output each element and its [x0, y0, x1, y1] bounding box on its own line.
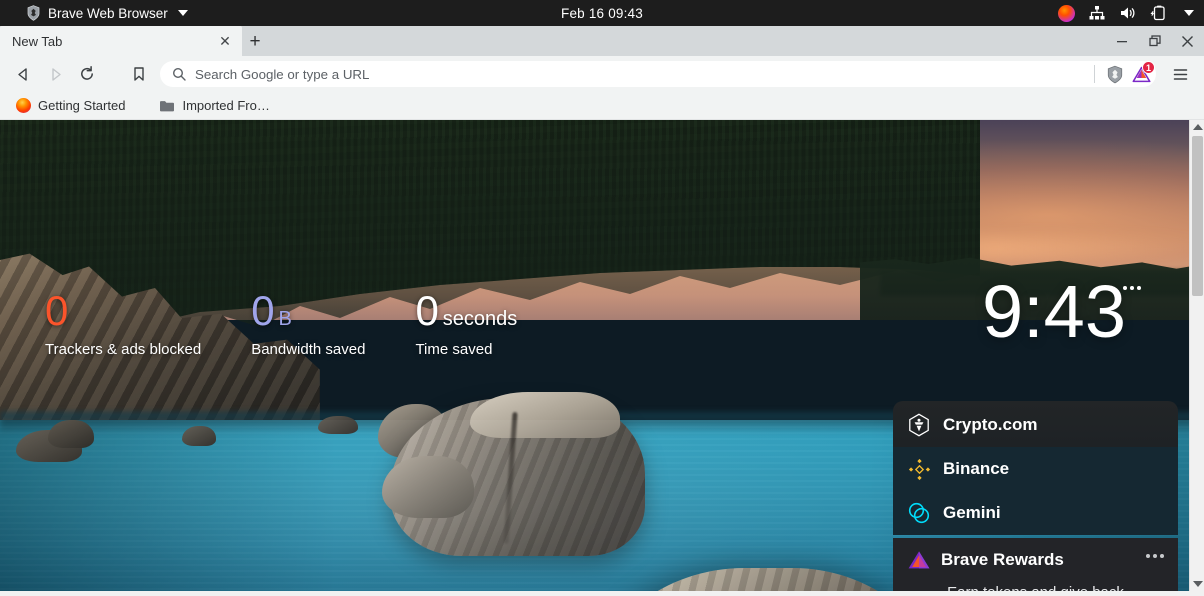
- brave-lion-icon: [27, 5, 40, 21]
- bookmark-label: Imported Fro…: [182, 98, 270, 113]
- firefox-icon[interactable]: [1058, 4, 1075, 22]
- minimize-button[interactable]: [1105, 26, 1138, 56]
- browser-menu-button[interactable]: [1164, 60, 1196, 88]
- stat-value: 0: [415, 287, 438, 334]
- stat-time-saved: 0 seconds Time saved: [415, 287, 518, 359]
- battery-icon[interactable]: [1150, 4, 1168, 22]
- rewards-badge: 1: [1142, 61, 1155, 74]
- clock-more-options-icon[interactable]: [1123, 286, 1141, 290]
- rewards-more-options-icon[interactable]: [1146, 554, 1164, 558]
- address-bar-placeholder: Search Google or type a URL: [195, 66, 370, 82]
- brave-shields-icon: [1107, 65, 1123, 83]
- os-clock[interactable]: Feb 16 09:43: [502, 6, 702, 21]
- bookmarks-bar: Getting Started Imported Fro…: [0, 92, 1204, 120]
- crypto-item-label: Crypto.com: [943, 415, 1038, 434]
- omnibox-divider: [1094, 65, 1095, 83]
- rewards-card-title: Brave Rewards: [941, 550, 1064, 569]
- forward-button[interactable]: [40, 60, 70, 88]
- page-scrollbar[interactable]: [1189, 120, 1204, 591]
- brave-rewards-button[interactable]: 1: [1128, 61, 1155, 86]
- tab-new-tab[interactable]: New Tab ✕: [0, 26, 242, 56]
- stat-trackers-blocked: 0 Trackers & ads blocked: [45, 287, 202, 359]
- scroll-up-icon[interactable]: [1190, 120, 1204, 134]
- rewards-headline: Earn tokens and give back: [907, 584, 1164, 591]
- reload-icon: [81, 65, 93, 80]
- os-app-menu[interactable]: Brave Web Browser: [26, 5, 188, 21]
- folder-icon: [160, 100, 175, 111]
- scroll-down-icon[interactable]: [1190, 577, 1204, 591]
- crypto-com-icon: [907, 413, 931, 437]
- stat-unit: seconds: [442, 308, 518, 330]
- back-arrow-icon: [17, 67, 27, 81]
- bookmark-icon: [134, 67, 144, 81]
- network-icon[interactable]: [1088, 4, 1106, 22]
- volume-icon[interactable]: [1119, 4, 1137, 22]
- crypto-item-binance[interactable]: Binance: [893, 447, 1178, 491]
- bookmark-this-page-button[interactable]: [124, 60, 154, 88]
- stat-label: Bandwidth saved: [251, 341, 366, 358]
- brave-rewards-icon: [908, 551, 930, 569]
- gemini-icon: [907, 501, 931, 525]
- crypto-item-label: Gemini: [943, 503, 1001, 522]
- maximize-button[interactable]: [1138, 26, 1171, 56]
- bookmark-label: Getting Started: [38, 98, 126, 113]
- chevron-down-icon: [177, 10, 188, 16]
- new-tab-clock: 9:43: [981, 270, 1126, 353]
- bookmark-getting-started[interactable]: Getting Started: [8, 95, 133, 116]
- os-system-tray: [1058, 4, 1194, 22]
- crypto-item-crypto-com[interactable]: Crypto.com: [893, 401, 1178, 447]
- window-controls: [1105, 26, 1204, 56]
- stat-value: 0: [45, 287, 68, 334]
- firefox-icon: [16, 98, 31, 113]
- crypto-item-label: Binance: [943, 459, 1010, 478]
- stat-label: Time saved: [415, 341, 493, 358]
- brave-shields-button[interactable]: [1102, 62, 1128, 86]
- bookmark-imported-from[interactable]: Imported Fro…: [151, 95, 277, 116]
- stat-unit: B: [278, 308, 292, 330]
- brave-rewards-card: Brave Rewards Earn tokens and give back …: [893, 538, 1178, 591]
- new-tab-button[interactable]: +: [242, 26, 268, 56]
- os-top-panel: Brave Web Browser Feb 16 09:43: [0, 0, 1204, 26]
- os-app-label: Brave Web Browser: [48, 5, 168, 21]
- privacy-stats: 0 Trackers & ads blocked 0 B Bandwidth s…: [45, 287, 518, 359]
- scrollbar-thumb[interactable]: [1192, 136, 1203, 296]
- search-icon: [172, 67, 186, 81]
- close-tab-icon[interactable]: ✕: [216, 32, 234, 50]
- tab-strip: New Tab ✕ +: [0, 26, 1204, 56]
- crypto-widget: Crypto.com Binance Gemini: [893, 401, 1178, 535]
- forward-arrow-icon: [51, 67, 61, 81]
- crypto-item-gemini[interactable]: Gemini: [893, 491, 1178, 535]
- stat-value: 0: [251, 287, 274, 334]
- back-button[interactable]: [8, 60, 38, 88]
- binance-icon: [907, 457, 931, 481]
- browser-toolbar: Search Google or type a URL 1: [0, 56, 1204, 92]
- hamburger-menu-icon: [1173, 68, 1187, 80]
- close-window-button[interactable]: [1171, 26, 1204, 56]
- new-tab-page: 0 Trackers & ads blocked 0 B Bandwidth s…: [0, 120, 1204, 591]
- address-bar[interactable]: Search Google or type a URL 1: [160, 61, 1156, 87]
- browser-window: New Tab ✕ + Search Google or type a URL …: [0, 26, 1204, 596]
- reload-button[interactable]: [72, 60, 102, 88]
- stat-bandwidth-saved: 0 B Bandwidth saved: [251, 287, 366, 359]
- stat-label: Trackers & ads blocked: [45, 341, 202, 358]
- tab-title: New Tab: [12, 33, 63, 49]
- chevron-down-icon[interactable]: [1184, 10, 1194, 16]
